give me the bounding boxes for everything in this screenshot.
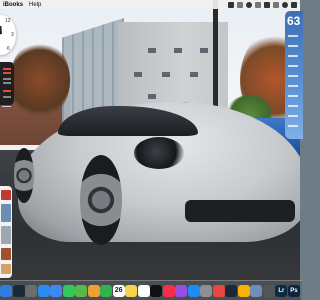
dock-utilities-icon[interactable] xyxy=(262,284,275,297)
siri-icon[interactable] xyxy=(282,1,288,8)
dock-photoshop-label: Ps xyxy=(290,287,298,294)
window-thumbnail[interactable] xyxy=(1,248,11,260)
dock-launchpad-icon[interactable] xyxy=(25,284,38,297)
notification-icon[interactable] xyxy=(291,1,297,8)
dock-music-icon[interactable] xyxy=(162,284,175,297)
window-thumbnail[interactable] xyxy=(1,264,11,274)
dock-photoshop-icon[interactable]: Ps xyxy=(287,284,300,297)
dock-system-preferences-icon[interactable] xyxy=(200,284,213,297)
dock-lightroom-label: Lr xyxy=(278,287,285,294)
screen-icon[interactable] xyxy=(228,1,234,8)
wallpaper-car-headlight xyxy=(134,137,184,169)
menu-app-name[interactable]: iBooks xyxy=(3,2,23,8)
dock-mail-icon[interactable] xyxy=(50,284,63,297)
dock-lightroom-icon[interactable]: Lr xyxy=(275,284,288,297)
dock-safari-icon[interactable] xyxy=(37,284,50,297)
desktop-wallpaper xyxy=(0,0,300,300)
dock-facetime-icon[interactable] xyxy=(100,284,113,297)
battery-icon[interactable] xyxy=(255,1,261,8)
dock-photos-icon[interactable] xyxy=(87,284,100,297)
dock-tv-icon[interactable] xyxy=(150,284,163,297)
wifi-icon[interactable] xyxy=(246,1,252,8)
control-center-icon[interactable] xyxy=(273,1,279,8)
dock: 26 Lr Ps xyxy=(0,280,302,300)
dock-steam-2-icon[interactable] xyxy=(225,284,238,297)
weather-widget[interactable]: 63 xyxy=(285,11,303,139)
search-icon[interactable] xyxy=(264,1,270,8)
stacked-windows-panel[interactable] xyxy=(0,186,12,278)
dock-messages-icon[interactable] xyxy=(62,284,75,297)
dock-finder-icon[interactable] xyxy=(0,284,12,297)
wallpaper-car-front-wheel xyxy=(80,155,122,245)
menu-bar: iBooks Help xyxy=(0,0,300,9)
wallpaper-car-rear-wheel xyxy=(14,148,34,203)
dock-calendar-label: 26 xyxy=(114,287,123,294)
bluetooth-icon[interactable] xyxy=(237,1,243,8)
wallpaper-car-grille xyxy=(185,200,295,222)
window-thumbnail[interactable] xyxy=(1,226,11,244)
dock-maps-icon[interactable] xyxy=(75,284,88,297)
dock-chrome-icon[interactable] xyxy=(212,284,225,297)
window-thumbnail[interactable] xyxy=(1,190,11,200)
dock-steam-icon[interactable] xyxy=(12,284,25,297)
dock-reminders-icon[interactable] xyxy=(137,284,150,297)
dock-notes-icon[interactable] xyxy=(125,284,138,297)
system-stats-widget[interactable] xyxy=(0,62,14,107)
menu-help[interactable]: Help xyxy=(29,2,41,8)
dock-app-store-icon[interactable] xyxy=(187,284,200,297)
dock-podcasts-icon[interactable] xyxy=(175,284,188,297)
dock-tips-icon[interactable] xyxy=(237,284,250,297)
dock-preview-icon[interactable] xyxy=(250,284,263,297)
weather-temperature: 63 xyxy=(287,14,301,28)
wallpaper-tree-left xyxy=(10,40,70,120)
dock-calendar-icon[interactable]: 26 xyxy=(112,284,125,297)
window-thumbnail[interactable] xyxy=(1,204,11,222)
